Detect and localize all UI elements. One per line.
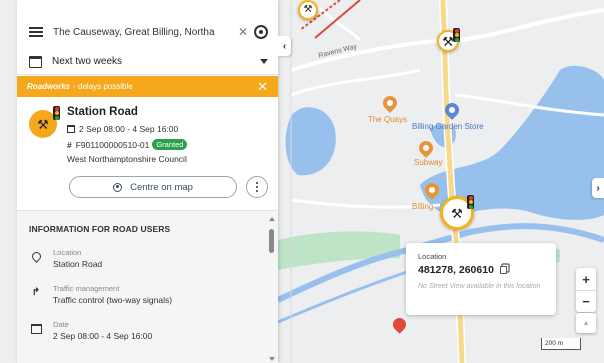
information-heading: INFORMATION FOR ROAD USERS: [29, 224, 171, 234]
hash-icon: #: [67, 139, 72, 150]
roadworks-title: Station Road: [67, 106, 138, 118]
roadworks-reference-row: # F901100000510-01 Granted: [67, 139, 188, 150]
menu-icon[interactable]: [29, 27, 43, 37]
info-value: Station Road: [53, 259, 103, 269]
scrollbar-thumb[interactable]: [269, 229, 274, 253]
location-pin-icon: [29, 250, 43, 263]
traffic-management-icon: ↱: [31, 287, 41, 298]
roadworks-dates-row: 2 Sep 08:00 - 4 Sep 16:00: [67, 124, 178, 134]
zoom-controls: + −: [576, 268, 596, 312]
coordinates-value: 481278, 260610: [418, 264, 494, 276]
zoom-in-button[interactable]: +: [576, 268, 596, 290]
info-value: Traffic control (two-way signals): [53, 295, 173, 305]
info-label: Location: [53, 248, 82, 257]
info-item-location: Location Station Road: [29, 248, 102, 269]
street-view-note: No Street View available in this locatio…: [418, 283, 541, 290]
traffic-light-icon: [453, 28, 460, 42]
calendar-icon: [29, 55, 42, 68]
roadworks-reference: F901100000510-01: [75, 139, 150, 150]
information-section: INFORMATION FOR ROAD USERS Location Stat…: [17, 210, 278, 363]
side-panel: The Causeway, Great Billing, Northa ✕ Ne…: [17, 0, 278, 363]
worker-icon: ⚒: [451, 205, 463, 221]
roadworks-marker-icon[interactable]: ⚒: [437, 28, 460, 52]
map-label-subway: Subway: [414, 158, 443, 167]
banner-text: - delays possible: [73, 82, 133, 91]
centre-on-map-label: Centre on map: [130, 181, 193, 193]
zoom-out-button[interactable]: −: [576, 290, 596, 312]
collapse-panel-button[interactable]: ‹: [278, 36, 291, 56]
target-icon: [113, 182, 123, 192]
chevron-right-icon: ›: [596, 182, 600, 194]
status-badge: Granted: [152, 139, 188, 150]
selected-roadworks-marker-icon[interactable]: ⚒: [440, 195, 474, 230]
map-label-billing-garden-store: Billing Garden Store: [412, 122, 484, 131]
calendar-icon: [30, 324, 42, 334]
roadworks-banner: Roadworks - delays possible ✕: [17, 76, 278, 97]
info-item-traffic-management: ↱ Traffic management Traffic control (tw…: [29, 284, 172, 305]
map-scale: 200 m: [541, 338, 581, 350]
worker-icon: ⚒: [37, 116, 49, 132]
roadworks-dates: 2 Sep 08:00 - 4 Sep 16:00: [79, 124, 179, 134]
map-label-billing: Billing: [412, 202, 434, 211]
location-coordinates: 481278, 260610: [418, 264, 544, 276]
worker-icon: ⚒: [303, 4, 313, 15]
info-item-date: Date 2 Sep 08:00 - 4 Sep 16:00: [29, 320, 152, 341]
chevron-down-icon[interactable]: [260, 59, 268, 64]
info-label: Date: [53, 320, 69, 329]
locate-me-icon[interactable]: [254, 25, 268, 39]
traffic-light-icon: [467, 195, 474, 209]
location-card: Location 481278, 260610 No Street View a…: [406, 243, 556, 315]
search-input[interactable]: The Causeway, Great Billing, Northa: [53, 27, 232, 38]
council-name: West Northamptonshire Council: [67, 154, 187, 164]
compass-icon[interactable]: ▲: [576, 313, 596, 333]
expand-right-panel-button[interactable]: ›: [592, 178, 604, 198]
traffic-light-icon: [53, 106, 60, 120]
banner-title: Roadworks: [27, 82, 71, 91]
panel-scrollbar[interactable]: [269, 217, 275, 361]
info-value: 2 Sep 08:00 - 4 Sep 16:00: [53, 331, 153, 341]
clear-search-icon[interactable]: ✕: [238, 25, 248, 39]
scroll-down-icon[interactable]: [269, 357, 275, 361]
search-bar: The Causeway, Great Billing, Northa ✕: [17, 13, 278, 51]
chevron-left-icon: ‹: [282, 40, 287, 52]
copy-icon[interactable]: [499, 266, 507, 274]
location-card-label: Location: [418, 252, 447, 261]
roadworks-marker-icon[interactable]: ⚒: [298, 0, 318, 20]
more-options-button[interactable]: [246, 176, 268, 198]
calendar-icon: [67, 125, 75, 133]
date-filter[interactable]: Next two weeks: [17, 49, 278, 75]
roadworks-icon: ⚒: [29, 106, 60, 138]
scroll-up-icon[interactable]: [269, 217, 275, 221]
info-label: Traffic management: [53, 284, 120, 293]
date-filter-value: Next two weeks: [52, 56, 123, 67]
map-label-the-quays: The Quays: [368, 115, 408, 124]
centre-on-map-button[interactable]: Centre on map: [69, 176, 237, 198]
close-banner-icon[interactable]: ✕: [257, 79, 268, 95]
